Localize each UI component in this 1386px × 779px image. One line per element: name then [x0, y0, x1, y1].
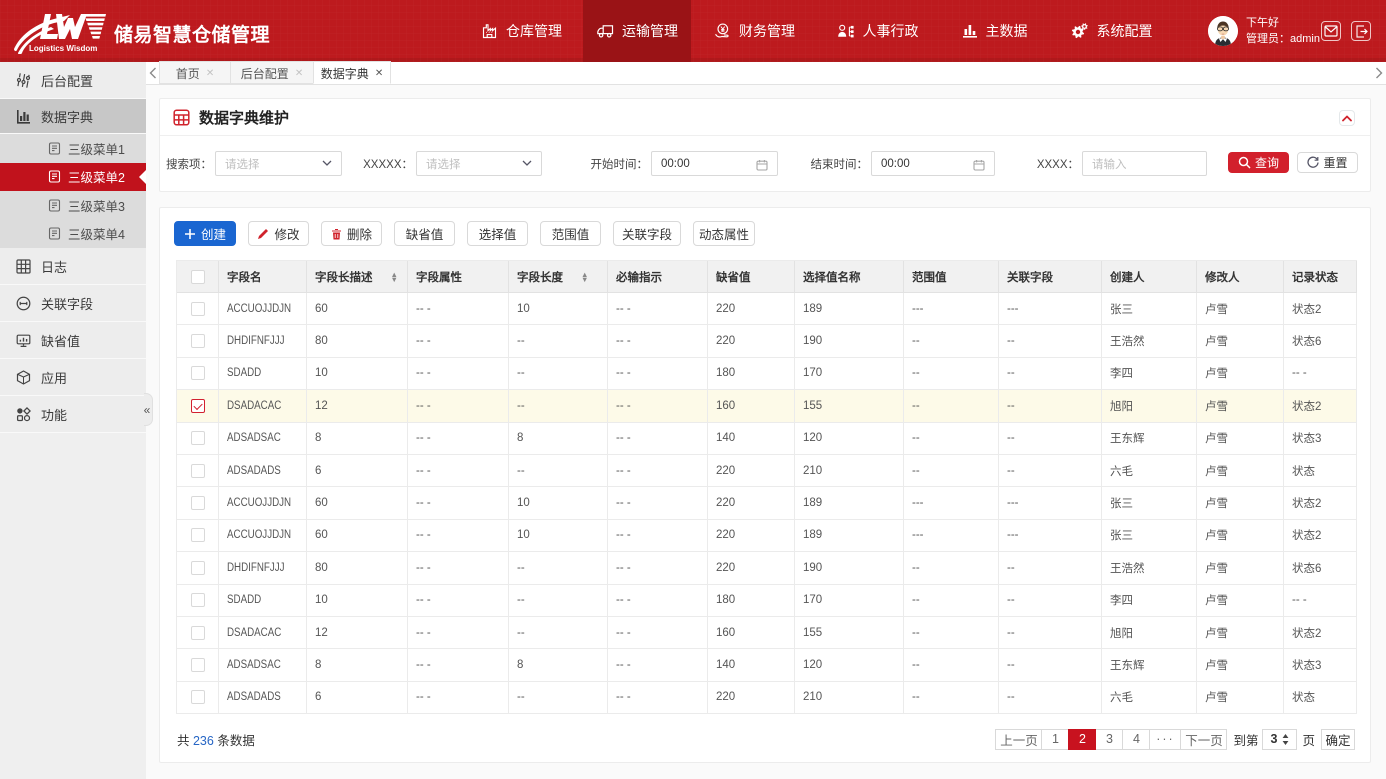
svg-text:Logistics Wisdom: Logistics Wisdom [29, 44, 97, 53]
